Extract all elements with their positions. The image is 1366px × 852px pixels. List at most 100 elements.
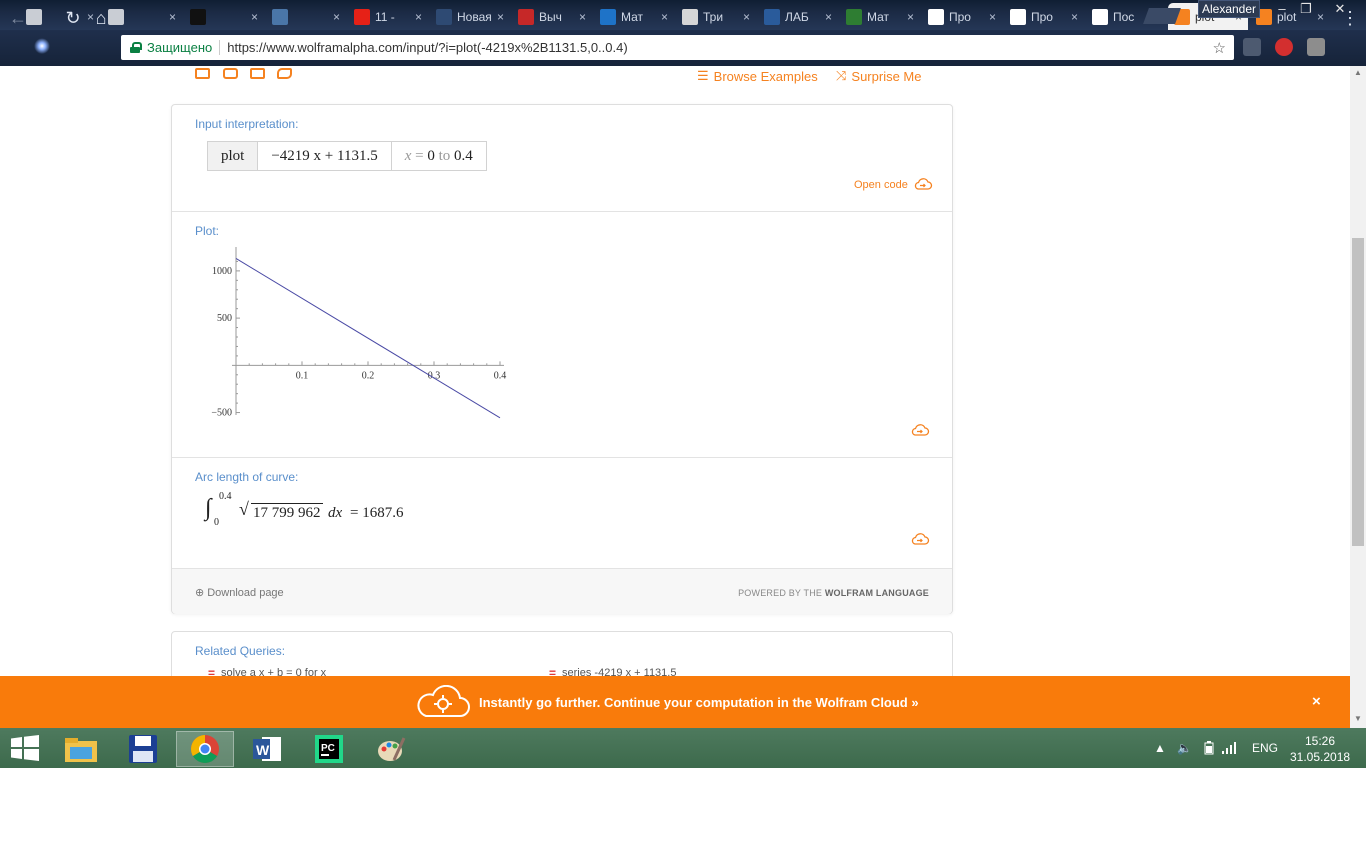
profile-name: Alexander <box>1201 2 1257 16</box>
reload-icon[interactable]: ↻ <box>63 8 83 28</box>
browse-examples-link[interactable]: ☰ Browse Examples <box>697 68 818 84</box>
y-tick-label: 500 <box>217 313 232 324</box>
menu-icon[interactable]: ⋮ <box>1340 8 1360 28</box>
scroll-up-icon[interactable]: ▲ <box>1350 66 1366 80</box>
tab-title: Пос <box>1113 9 1135 24</box>
battery-icon[interactable] <box>1204 728 1214 768</box>
tab-close-icon[interactable]: × <box>989 10 996 24</box>
surprise-me-link[interactable]: ⤨ Surprise Me <box>836 68 921 84</box>
tab-title: Мат <box>867 9 890 24</box>
cloud-icon[interactable] <box>910 533 930 546</box>
windows-start-icon[interactable] <box>11 735 39 761</box>
tab-close-icon[interactable]: × <box>169 10 176 24</box>
shuffle-icon: ⤨ <box>836 68 847 83</box>
powered-by: POWERED BY THE WOLFRAM LANGUAGE <box>738 588 929 598</box>
forward-icon[interactable] <box>34 38 50 54</box>
profile-button[interactable]: Alexander <box>1198 0 1260 18</box>
adblock-icon[interactable] <box>1275 38 1293 56</box>
tab-favicon-icon <box>764 8 780 25</box>
chrome-icon[interactable] <box>176 731 234 767</box>
download-icon: ⊕ <box>195 587 205 599</box>
browser-tab[interactable]: × <box>184 3 264 30</box>
restore-button[interactable]: ❐ <box>1292 0 1320 18</box>
browser-tab[interactable]: Про × <box>922 3 1002 30</box>
tab-close-icon[interactable]: × <box>415 10 422 24</box>
examples-icon[interactable] <box>277 68 292 79</box>
keyboard-icon[interactable] <box>195 68 210 79</box>
scrollbar-thumb[interactable] <box>1352 238 1364 546</box>
language-indicator[interactable]: ENG <box>1252 728 1278 768</box>
file-explorer-icon[interactable] <box>52 731 110 767</box>
address-bar[interactable]: Защищено https://www.wolframalpha.com/in… <box>121 35 1234 60</box>
taskbar-clock[interactable]: 15:26 31.05.2018 <box>1290 733 1350 765</box>
integral-sign: ∫ <box>205 495 212 521</box>
tab-close-icon[interactable]: × <box>1071 10 1078 24</box>
extension-icon[interactable] <box>1307 38 1325 56</box>
new-tab-button[interactable] <box>1143 8 1181 24</box>
tab-close-icon[interactable]: × <box>825 10 832 24</box>
tab-close-icon[interactable]: × <box>497 10 504 24</box>
tab-favicon-icon <box>928 8 944 25</box>
extension-icon[interactable] <box>1243 38 1261 56</box>
save-floppy-icon[interactable] <box>114 731 172 767</box>
volume-icon[interactable]: 🔈 <box>1177 728 1192 768</box>
clock-time: 15:26 <box>1304 734 1336 748</box>
x-tick-label: 0.1 <box>296 370 309 381</box>
y-tick-label: −500 <box>211 408 232 419</box>
clock-date: 31.05.2018 <box>1290 750 1351 764</box>
url-text[interactable]: https://www.wolframalpha.com/input/?i=pl… <box>227 40 627 55</box>
bookmark-star-icon[interactable]: ☆ <box>1213 39 1226 57</box>
browser-tab[interactable]: × <box>20 3 100 30</box>
open-code-link[interactable]: Open code <box>854 178 933 191</box>
browser-tab[interactable]: Мат × <box>594 3 674 30</box>
cloud-icon[interactable] <box>910 424 930 437</box>
plot-chart: 0.1 0.2 0.3 0.41000500−500 <box>211 247 506 419</box>
word-icon[interactable]: W <box>238 731 296 767</box>
svg-text:PC: PC <box>321 743 335 754</box>
tab-close-icon[interactable]: × <box>661 10 668 24</box>
list-icon: ☰ <box>697 68 709 83</box>
browser-tab[interactable]: ЛАБ × <box>758 3 838 30</box>
range-to-word: to <box>438 147 451 164</box>
download-page-link[interactable]: ⊕ Download page <box>195 586 284 600</box>
tab-favicon-icon <box>190 8 206 25</box>
browser-tab[interactable]: Выч × <box>512 3 592 30</box>
download-label: Download page <box>207 586 284 599</box>
scroll-down-icon[interactable]: ▼ <box>1350 712 1366 726</box>
browser-tab[interactable]: Мат × <box>840 3 920 30</box>
range-from: 0 <box>427 147 435 164</box>
lock-icon <box>130 42 142 53</box>
tab-title: Новая в <box>457 9 491 24</box>
tab-close-icon[interactable]: × <box>251 10 258 24</box>
tab-close-icon[interactable]: × <box>743 10 750 24</box>
network-signal-icon[interactable] <box>1222 728 1238 768</box>
browser-tab[interactable]: Новая в × <box>430 3 510 30</box>
cloud-promo-banner[interactable]: Instantly go further. Continue your comp… <box>0 676 1350 728</box>
paint-icon[interactable] <box>362 731 420 767</box>
browse-examples-label: Browse Examples <box>713 68 818 84</box>
browser-tab[interactable]: 11 - × <box>348 3 428 30</box>
tab-title: Выч <box>539 9 562 24</box>
browser-tab[interactable]: Про × <box>1004 3 1084 30</box>
tab-close-icon[interactable]: × <box>907 10 914 24</box>
camera-icon[interactable] <box>223 68 238 79</box>
back-icon[interactable]: ← <box>8 8 28 28</box>
tab-close-icon[interactable]: × <box>579 10 586 24</box>
home-icon[interactable]: ⌂ <box>91 8 111 28</box>
arc-result: = 1687.6 <box>350 505 404 521</box>
address-divider <box>219 40 221 55</box>
results-card: Input interpretation: plot −4219 x + 113… <box>171 104 953 614</box>
pycharm-icon[interactable]: PC <box>300 731 358 767</box>
table-icon[interactable] <box>250 68 265 79</box>
browser-tab[interactable]: × <box>266 3 346 30</box>
browser-tab[interactable]: × <box>102 3 182 30</box>
tab-favicon-icon <box>600 8 616 25</box>
banner-close-button[interactable]: × <box>1312 693 1321 710</box>
tray-overflow-icon[interactable]: ▲ <box>1154 728 1166 768</box>
tab-favicon-icon <box>682 8 698 25</box>
tab-favicon-icon <box>26 8 42 25</box>
tab-favicon-icon <box>846 8 862 25</box>
browser-tab[interactable]: Три × <box>676 3 756 30</box>
pod-divider <box>172 211 952 212</box>
tab-close-icon[interactable]: × <box>333 10 340 24</box>
